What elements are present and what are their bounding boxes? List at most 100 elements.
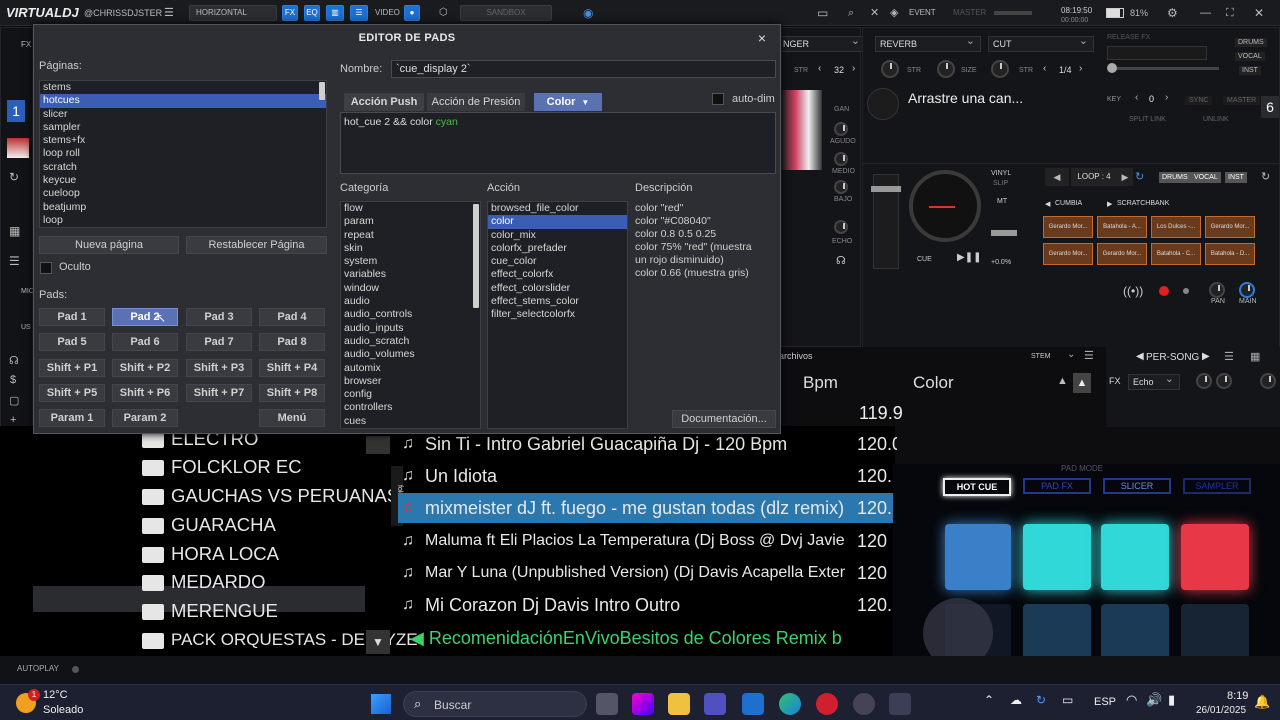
stem-inst-top[interactable]: INST xyxy=(1239,66,1261,75)
scratch-pad-5[interactable]: Gerardo Mor... xyxy=(1043,243,1093,265)
per-song-prev[interactable]: ◀ xyxy=(1136,351,1144,362)
category-item[interactable]: automix xyxy=(341,362,480,375)
controller-pad-2[interactable] xyxy=(1023,524,1091,590)
mode-pad-fx[interactable]: PAD FX xyxy=(1023,478,1091,494)
page-item[interactable]: cueloop xyxy=(40,187,326,200)
pad-button-16[interactable]: Shift + P8 xyxy=(259,384,325,402)
event-label[interactable]: EVENT xyxy=(909,4,936,22)
action-item[interactable]: browsed_file_color xyxy=(488,202,627,215)
controller-pad-1[interactable] xyxy=(945,524,1011,590)
user-name[interactable]: @CHRISSDJSTER xyxy=(84,4,162,22)
stem-inst-button[interactable]: INST xyxy=(1225,172,1247,183)
track-row[interactable]: ♫ Mar Y Luna (Unpublished Version) (Dj Da… xyxy=(398,558,893,588)
minimize-icon[interactable]: — xyxy=(1200,4,1211,22)
waveform-icon[interactable]: ▥ xyxy=(326,5,344,21)
eq-button[interactable]: EQ xyxy=(304,5,320,21)
scratch-pad-6[interactable]: Gerardo Mor... xyxy=(1097,243,1147,265)
search-icon[interactable]: ⌕ xyxy=(848,4,854,22)
scratch-pad-3[interactable]: Los Dulces -... xyxy=(1151,216,1201,238)
pad-button-13[interactable]: Shift + P5 xyxy=(39,384,105,402)
left-menu-icon[interactable]: ☰ xyxy=(9,254,20,268)
volume-icon[interactable]: 🔊 xyxy=(1146,692,1162,708)
pad-button-9[interactable]: Shift + P1 xyxy=(39,359,105,377)
action-item[interactable]: effect_colorslider xyxy=(488,282,627,295)
tab-pressure-action[interactable]: Acción de Presión xyxy=(427,93,525,111)
page-item[interactable]: loop xyxy=(40,214,326,227)
broadcast-icon[interactable]: ((•)) xyxy=(1123,284,1143,298)
master-volume-slider[interactable] xyxy=(994,11,1032,15)
column-color[interactable]: Color xyxy=(913,373,954,393)
mixer-icon[interactable]: ☰ xyxy=(350,5,368,21)
page-item[interactable]: scratch xyxy=(40,161,326,174)
play-pause-icon[interactable]: ▶❚❚ xyxy=(957,252,981,263)
taskbar-date[interactable]: 26/01/2025 xyxy=(1196,705,1246,716)
controller-pad-3[interactable] xyxy=(1101,524,1169,590)
category-scrollbar[interactable] xyxy=(473,204,479,308)
scratch-pad-1[interactable]: Gerardo Mor... xyxy=(1043,216,1093,238)
right-sync-icon[interactable]: ↻ xyxy=(1261,170,1270,183)
main-knob[interactable] xyxy=(1239,282,1255,298)
pad-button-4[interactable]: Pad 4 xyxy=(259,308,325,326)
stem-vocal-top[interactable]: VOCAL xyxy=(1235,52,1265,61)
pad-button-14[interactable]: Shift + P6 xyxy=(112,384,178,402)
scratch-pad-4[interactable]: Gerardo Mor... xyxy=(1205,216,1255,238)
fx2-select[interactable]: REVERB xyxy=(875,34,981,52)
mode-slicer[interactable]: SLICER xyxy=(1103,478,1171,494)
pad-button-5[interactable]: Pad 5 xyxy=(39,333,105,351)
left-sync-icon[interactable]: ↻ xyxy=(9,170,19,184)
add-icon[interactable]: + xyxy=(10,414,16,426)
pad-button-7[interactable]: Pad 7 xyxy=(186,333,252,351)
category-item[interactable]: variables xyxy=(341,268,480,281)
mt-button[interactable]: MT xyxy=(997,198,1007,205)
jog-wheel[interactable] xyxy=(909,170,981,242)
left-grid-icon[interactable]: ▦ xyxy=(9,224,20,238)
layers-icon[interactable]: ◈ xyxy=(890,4,898,22)
teams-icon[interactable] xyxy=(704,693,726,715)
pad-button-11[interactable]: Shift + P3 xyxy=(186,359,252,377)
track-row-selected[interactable]: ♫ mixmeister dJ ft. fuego - me gustan tod… xyxy=(398,493,893,523)
list-view-icon[interactable]: ☰ xyxy=(1084,349,1094,362)
page-item[interactable]: slicer xyxy=(40,108,326,121)
release-slider[interactable] xyxy=(1109,67,1219,70)
pad-button-6[interactable]: Pad 6 xyxy=(112,333,178,351)
edge-icon[interactable] xyxy=(779,693,801,715)
mid-knob[interactable] xyxy=(834,180,848,194)
fx1-select[interactable]: NGER xyxy=(778,34,866,52)
display-icon[interactable]: ▭ xyxy=(1062,693,1073,707)
high-knob[interactable] xyxy=(834,152,848,166)
key-down-arrow[interactable]: ‹ xyxy=(1135,92,1138,103)
fx3-select[interactable]: CUT xyxy=(988,34,1094,52)
split-link-button[interactable]: SPLIT LINK xyxy=(1129,116,1166,123)
headphone-cue-icon[interactable]: ☊ xyxy=(836,254,846,267)
chat-side-icon[interactable]: ▢ xyxy=(9,394,19,407)
headphones-icon[interactable]: ☊ xyxy=(9,354,19,367)
wifi-icon[interactable]: ◠ xyxy=(1126,692,1137,708)
action-item[interactable]: filter_selectcolorfx xyxy=(488,308,627,321)
per-song-next[interactable]: ▶ xyxy=(1202,351,1210,362)
category-item[interactable]: flow xyxy=(341,202,480,215)
recommendation-row[interactable]: ◀ RecomenidaciónEnVivoBesitos de Colores… xyxy=(410,624,895,652)
category-item[interactable]: repeat xyxy=(341,229,480,242)
action-item[interactable]: cue_color xyxy=(488,255,627,268)
pad-button-17[interactable]: Param 1 xyxy=(39,409,105,427)
sync-icon[interactable]: ◉ xyxy=(583,4,593,22)
autoplay-button[interactable]: AUTOPLAY xyxy=(17,664,59,673)
window-close-icon[interactable]: ✕ xyxy=(1254,4,1264,22)
page-item[interactable]: sampler xyxy=(40,121,326,134)
maximize-icon[interactable]: ⛶ xyxy=(1226,4,1234,22)
close-icon[interactable]: × xyxy=(754,29,770,47)
right-deck-number[interactable]: 6 xyxy=(1261,96,1279,118)
stem-drums-button[interactable]: DRUMS xyxy=(1159,172,1191,183)
scratch-pad-8[interactable]: Batahola - D... xyxy=(1205,243,1255,265)
outlook-icon[interactable] xyxy=(742,693,764,715)
sampler-grid-icon[interactable]: ▦ xyxy=(1250,350,1260,363)
action-list[interactable]: browsed_file_color color color_mix colorfx_… xyxy=(487,201,628,429)
video-label[interactable]: VIDEO xyxy=(375,4,400,22)
notification-icon[interactable]: 🔔 xyxy=(1254,694,1270,710)
settings-icon[interactable]: ⚙ xyxy=(1167,4,1178,22)
user-icon[interactable]: ● xyxy=(404,5,420,21)
category-item[interactable]: audio_volumes xyxy=(341,348,480,361)
file-explorer-icon[interactable] xyxy=(668,693,690,715)
app-icon-2[interactable] xyxy=(889,693,911,715)
category-item[interactable]: window xyxy=(341,282,480,295)
